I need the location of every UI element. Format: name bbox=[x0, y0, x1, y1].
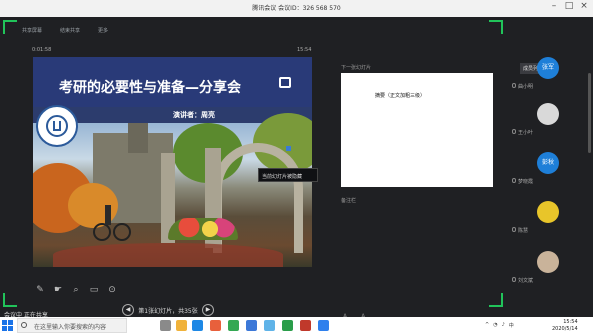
campus-photo bbox=[33, 113, 312, 267]
current-time: 15:54 bbox=[297, 47, 312, 53]
slide-counter: 第1张幻灯片，共35张 bbox=[138, 307, 198, 315]
prev-slide-button[interactable]: ◀ bbox=[122, 304, 134, 316]
avatar bbox=[537, 251, 559, 273]
annotation-toolbar: ✎ ☛ ⌕ ▭ ⊙ bbox=[35, 285, 117, 295]
next-slide-preview[interactable]: 摘要（正文加粗三级） bbox=[341, 73, 493, 187]
participant-name: 王小叶 bbox=[518, 130, 534, 136]
participant-name: 梦晓霞 bbox=[518, 179, 534, 185]
tencent-meeting-icon[interactable] bbox=[318, 320, 329, 331]
windows-start-icon[interactable] bbox=[2, 320, 13, 331]
chevron-up-icon[interactable]: ^ bbox=[485, 322, 489, 329]
network-icon[interactable]: ◔ bbox=[493, 322, 497, 329]
mic-icon bbox=[512, 129, 516, 134]
toolbar-item-share[interactable]: 共享屏幕 bbox=[22, 27, 42, 37]
meeting-window: 共享屏幕 结束共享 更多 0:01:58 15:54 考研的必要性与准备—分享会… bbox=[0, 17, 593, 320]
edge-icon[interactable] bbox=[192, 320, 203, 331]
photo-flowers bbox=[168, 218, 238, 240]
presenter-toolbar: 共享屏幕 结束共享 更多 bbox=[22, 27, 108, 37]
volume-icon[interactable]: ♪ bbox=[502, 322, 505, 329]
windows-taskbar: 在这里输入你要搜索的内容 ^ ◔ ♪ 中 15:54 2020/5/14 bbox=[0, 317, 593, 334]
photo-cyclist bbox=[105, 205, 111, 225]
photo-path bbox=[53, 243, 283, 267]
participant-tile[interactable]: 王小叶 bbox=[508, 103, 588, 141]
slide-pager: ◀ 第1张幻灯片，共35张 ▶ bbox=[122, 304, 214, 316]
photo-bike-wheel bbox=[93, 223, 111, 241]
powerpoint-icon[interactable] bbox=[300, 320, 311, 331]
taskbar-search-input[interactable]: 在这里输入你要搜索的内容 bbox=[17, 318, 127, 333]
book-icon bbox=[279, 77, 291, 88]
participant-name: 陈慧 bbox=[518, 228, 529, 234]
current-slide[interactable]: 考研的必要性与准备—分享会 演讲者：周亮 bbox=[33, 57, 312, 267]
mic-icon bbox=[512, 277, 516, 282]
laser-icon[interactable]: ☛ bbox=[53, 285, 63, 295]
slide-indicator bbox=[286, 146, 291, 151]
avatar bbox=[537, 201, 559, 223]
system-tray: ^ ◔ ♪ 中 bbox=[485, 322, 514, 329]
participant-tile[interactable]: 彭秋 梦晓霞 bbox=[508, 152, 588, 190]
sidebar-scrollbar[interactable] bbox=[588, 73, 591, 153]
mic-icon bbox=[512, 227, 516, 232]
window-titlebar: 腾讯会议 会议ID：326 568 570 – □ × bbox=[0, 0, 593, 17]
minimize-icon[interactable]: – bbox=[548, 1, 560, 11]
app-icon[interactable] bbox=[210, 320, 221, 331]
participant-tile[interactable]: 刘文斌 bbox=[508, 251, 588, 289]
clock-date: 2020/5/14 bbox=[552, 326, 578, 332]
wechat-icon[interactable] bbox=[282, 320, 293, 331]
avatar bbox=[537, 103, 559, 125]
participant-name: 曲小明 bbox=[518, 84, 534, 90]
elapsed-time: 0:01:58 bbox=[32, 47, 52, 53]
slide-tooltip: 当前幻灯片被隐藏 bbox=[258, 168, 318, 182]
avatar: 张军 bbox=[537, 57, 559, 79]
pen-icon[interactable]: ✎ bbox=[35, 285, 45, 295]
share-frame-corner bbox=[489, 20, 503, 34]
share-frame-corner bbox=[3, 20, 17, 34]
task-view-icon[interactable] bbox=[160, 320, 171, 331]
photo-bike-wheel bbox=[113, 223, 131, 241]
screen-icon[interactable]: ▭ bbox=[89, 285, 99, 295]
notes-label: 备注栏 bbox=[341, 198, 357, 204]
participant-tile[interactable]: 张军 曲小明 bbox=[508, 57, 588, 95]
close-icon[interactable]: × bbox=[578, 1, 590, 11]
clock-time: 15:54 bbox=[563, 319, 578, 325]
photo-tower bbox=[128, 123, 148, 153]
more-icon[interactable]: ⊙ bbox=[107, 285, 117, 295]
toolbar-item-stop[interactable]: 结束共享 bbox=[60, 27, 80, 37]
taskbar-clock[interactable]: 15:54 2020/5/14 bbox=[552, 319, 578, 333]
maximize-icon[interactable]: □ bbox=[563, 1, 575, 11]
next-slide-label: 下一张幻灯片 bbox=[341, 65, 372, 71]
slide-header: 考研的必要性与准备—分享会 bbox=[33, 57, 312, 107]
chrome-icon[interactable] bbox=[228, 320, 239, 331]
app-icon[interactable] bbox=[246, 320, 257, 331]
university-logo bbox=[36, 105, 78, 147]
mic-icon bbox=[512, 83, 516, 88]
slide-presenter: 演讲者：周亮 bbox=[173, 111, 215, 119]
file-explorer-icon[interactable] bbox=[176, 320, 187, 331]
next-slide-text: 摘要（正文加粗三级） bbox=[375, 93, 426, 99]
window-title: 腾讯会议 会议ID：326 568 570 bbox=[252, 5, 341, 12]
search-icon bbox=[21, 322, 27, 328]
app-icon[interactable] bbox=[264, 320, 275, 331]
share-frame-corner bbox=[3, 293, 17, 307]
zoom-icon[interactable]: ⌕ bbox=[71, 285, 81, 295]
slide-title: 考研的必要性与准备—分享会 bbox=[59, 80, 241, 96]
toolbar-item-more[interactable]: 更多 bbox=[98, 27, 108, 37]
ime-icon[interactable]: 中 bbox=[509, 322, 514, 329]
participant-tile[interactable]: 陈慧 bbox=[508, 201, 588, 239]
share-frame-corner bbox=[489, 293, 503, 307]
mic-icon bbox=[512, 178, 516, 183]
participant-name: 刘文斌 bbox=[518, 278, 534, 284]
avatar: 彭秋 bbox=[537, 152, 559, 174]
next-slide-button[interactable]: ▶ bbox=[202, 304, 214, 316]
